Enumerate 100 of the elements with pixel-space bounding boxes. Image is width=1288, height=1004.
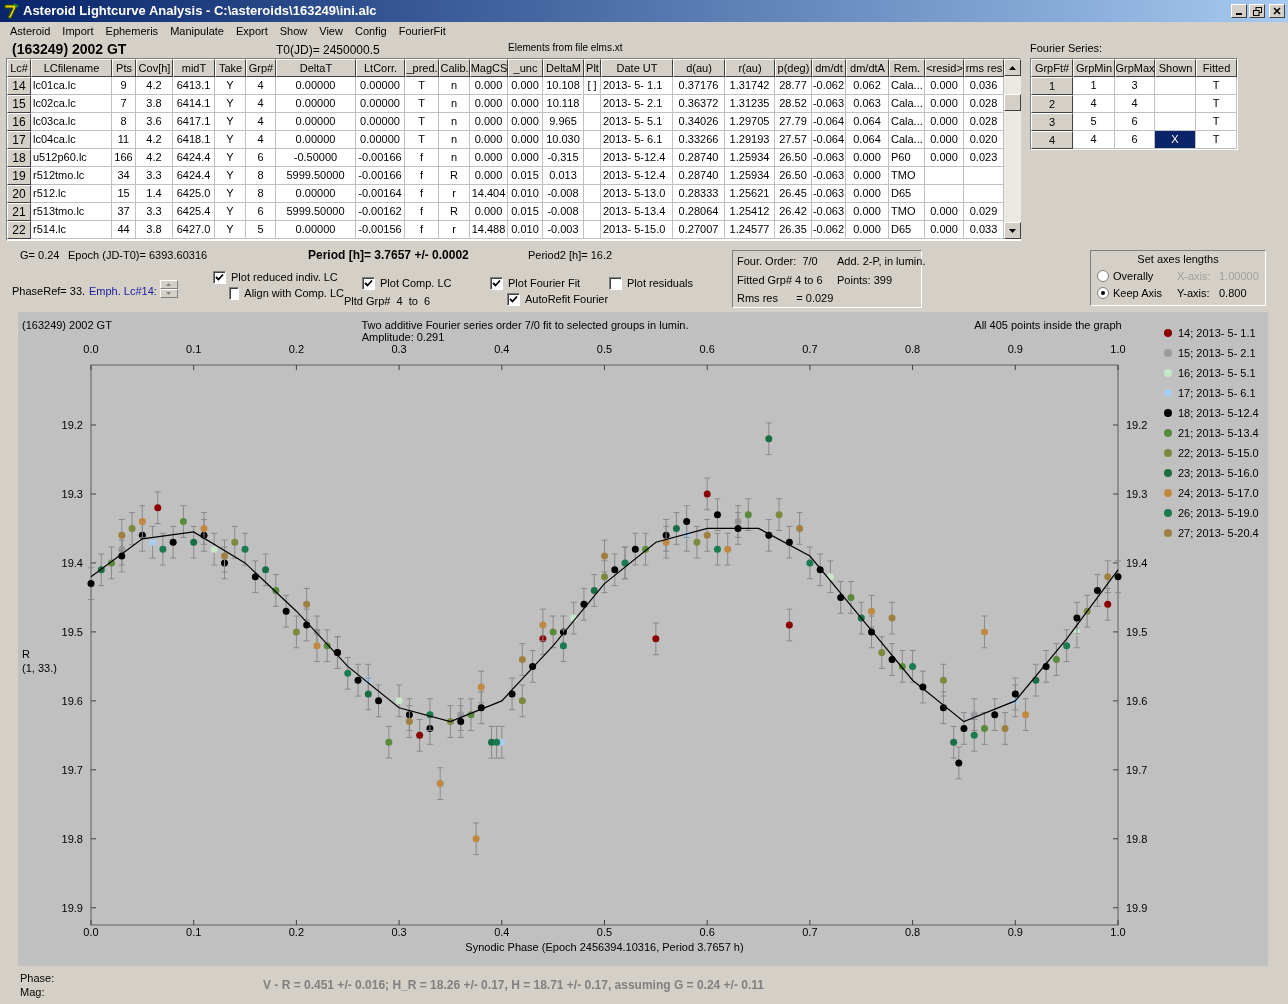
- amplitude-label: Amplitude: 0.291: [361, 331, 445, 343]
- table-cell: 0.063: [846, 95, 889, 113]
- tick-label: 19.9: [1126, 901, 1148, 914]
- table-cell: Y: [215, 131, 246, 149]
- table-cell: -0.00166: [356, 167, 405, 185]
- tick-label: 0.0: [83, 926, 99, 938]
- table-cell: -0.00166: [356, 149, 405, 167]
- table-cell: 1.25934: [725, 167, 775, 185]
- table-cell: 0.000: [470, 131, 508, 149]
- tick-label: 19.4: [1126, 556, 1148, 569]
- table-cell: 0.000: [846, 221, 889, 239]
- table-cell: 0.28064: [673, 203, 725, 221]
- legend-label: 14; 2013- 5- 1.1: [1178, 327, 1256, 339]
- emph-label: Emph. Lc#14:: [89, 284, 157, 299]
- tick-label: 0.7: [802, 343, 818, 355]
- table-cell: 2013- 5-12.4: [601, 167, 673, 185]
- table-cell: r512.lc: [31, 185, 112, 203]
- table-cell: -0.00162: [356, 203, 405, 221]
- table-cell: 15: [112, 185, 136, 203]
- table-cell: n: [439, 77, 470, 95]
- table-cell: 0.000: [925, 131, 964, 149]
- fit-info-text: Fitted Grp# 4 to 6: [737, 272, 824, 288]
- table-cell: 0.00000: [276, 185, 356, 203]
- table-cell: 2013- 5- 6.1: [601, 131, 673, 149]
- table-cell: 0.000: [470, 77, 508, 95]
- result-text: V - R = 0.451 +/- 0.016; H_R = 18.26 +/- 0.17, H = 18.71 +/- 0.17, assuming G = 0.24 +/- 0.11: [263, 977, 764, 994]
- table-cell-text: T: [1212, 132, 1220, 148]
- tick-label: 0.5: [596, 343, 613, 355]
- checkbox-label: Plot Comp. LC: [380, 275, 452, 291]
- table-cell: 6414.1: [173, 95, 215, 113]
- table-cell: 8: [112, 113, 136, 131]
- axes-group-title: Set axes lengths: [1137, 252, 1219, 267]
- table-cell: r: [439, 221, 470, 239]
- table-cell: 0.28740: [673, 167, 725, 185]
- tick-label: 19.2: [61, 419, 83, 431]
- table-cell: 0.064: [846, 113, 889, 131]
- table-cell: 0.000: [925, 77, 964, 95]
- table-cell: 0.015: [508, 203, 543, 221]
- table-cell: 28.77: [775, 77, 812, 95]
- fit-info-text: Add. 2-P, in lumin.: [837, 254, 926, 269]
- table-cell: TMO: [889, 167, 925, 185]
- table-cell: R: [439, 203, 470, 221]
- plotted-groups: Pltd Grp# 4 to 6: [344, 293, 490, 310]
- tick-label: 0.2: [288, 926, 305, 938]
- table-cell: 3.3: [136, 167, 173, 185]
- table-cell: Y: [215, 77, 246, 95]
- legend-label: 22; 2013- 5-15.0: [1178, 447, 1259, 459]
- table-cell: 0.010: [508, 185, 543, 203]
- table-cell: lc01ca.lc: [31, 77, 112, 95]
- table-cell: 6417.1: [173, 113, 215, 131]
- table-cell: 0.064: [846, 131, 889, 149]
- table-cell: Cala...: [889, 131, 925, 149]
- table-cell: 8: [246, 167, 276, 185]
- table-cell: D65: [889, 185, 925, 203]
- table-cell: 10.108: [543, 77, 584, 95]
- points-note: All 405 points inside the graph: [974, 319, 1122, 331]
- axis-label: Y-axis:: [1177, 285, 1211, 301]
- table-cell: 0.000: [846, 203, 889, 221]
- table-cell: 0.000: [470, 113, 508, 131]
- table-cell: 2013- 5-13.4: [601, 203, 673, 221]
- table-cell: 4: [246, 131, 276, 149]
- table-cell: 0.013: [543, 167, 584, 185]
- fourier-title: Fourier Series:: [1030, 41, 1104, 56]
- table-cell-text: 6: [1131, 132, 1138, 148]
- table-cell: Y: [215, 203, 246, 221]
- tick-label: 0.8: [904, 343, 921, 355]
- table-cell: 14.404: [470, 185, 508, 203]
- table-cell: Y: [215, 221, 246, 239]
- table-cell: 0.00000: [356, 77, 405, 95]
- table-cell: -0.063: [812, 149, 846, 167]
- table-cell: T: [405, 113, 439, 131]
- epoch-value: Epoch (JD-T0)= 6393.60316: [68, 247, 209, 263]
- tick-label: 19.7: [61, 763, 83, 776]
- legend-label: 23; 2013- 5-16.0: [1178, 467, 1259, 479]
- period-value: Period [h]= 3.7657 +/- 0.0002: [308, 247, 470, 264]
- table-cell: n: [439, 131, 470, 149]
- table-cell: 3.8: [136, 221, 173, 239]
- table-cell: 3.8: [136, 95, 173, 113]
- table-cell: 4.2: [136, 131, 173, 149]
- g-value: G= 0.24: [20, 247, 61, 263]
- table-cell: 0.000: [925, 95, 964, 113]
- table-cell: 0.37176: [673, 77, 725, 95]
- table-cell: 2013- 5-12.4: [601, 149, 673, 167]
- y-axis-label: R: [22, 648, 30, 660]
- table-cell: 0.00000: [276, 131, 356, 149]
- table-cell: 0.000: [508, 77, 543, 95]
- table-cell: 2013- 5- 5.1: [601, 113, 673, 131]
- table-cell: T: [405, 95, 439, 113]
- table-cell: 4: [246, 95, 276, 113]
- table-cell: 0.000: [925, 113, 964, 131]
- table-cell: 11: [112, 131, 136, 149]
- checkbox-label: Plot residuals: [627, 275, 694, 291]
- table-cell: lc02ca.lc: [31, 95, 112, 113]
- table-cell: r512tmo.lc: [31, 167, 112, 185]
- table-cell: Y: [215, 167, 246, 185]
- tick-label: 0.9: [1007, 926, 1023, 938]
- table-cell: 6427.0: [173, 221, 215, 239]
- checkbox-label: AutoRefit Fourier: [525, 291, 609, 307]
- tick-label: 0.6: [699, 926, 715, 938]
- table-cell: 0.015: [508, 167, 543, 185]
